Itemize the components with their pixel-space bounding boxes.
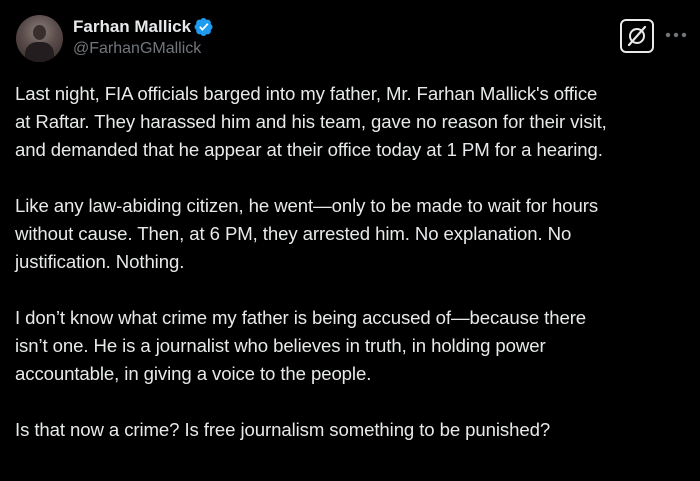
avatar-figure-body (25, 42, 54, 62)
avatar[interactable] (16, 15, 63, 62)
tweet-paragraph: I don’t know what crime my father is bei… (15, 307, 587, 384)
verified-badge-icon (194, 18, 213, 36)
author-display-name[interactable]: Farhan Mallick (73, 17, 191, 37)
more-options-button[interactable] (663, 22, 689, 48)
grok-button[interactable] (620, 19, 654, 53)
author-name-row: Farhan Mallick (73, 16, 214, 38)
more-options-icon (665, 32, 687, 38)
tweet-paragraph: Last night, FIA officials barged into my… (15, 83, 607, 160)
grok-icon (627, 25, 647, 47)
tweet-paragraph: Is that now a crime? Is free journalism … (15, 419, 551, 440)
avatar-figure-head (33, 25, 46, 40)
author-handle[interactable]: @FarhanGMallick (73, 40, 201, 58)
tweet-paragraph: Like any law-abiding citizen, he went—on… (15, 195, 599, 272)
tweet-text: Last night, FIA officials barged into my… (15, 80, 690, 444)
tweet: Farhan Mallick @FarhanGMallick Last nigh… (0, 0, 700, 481)
